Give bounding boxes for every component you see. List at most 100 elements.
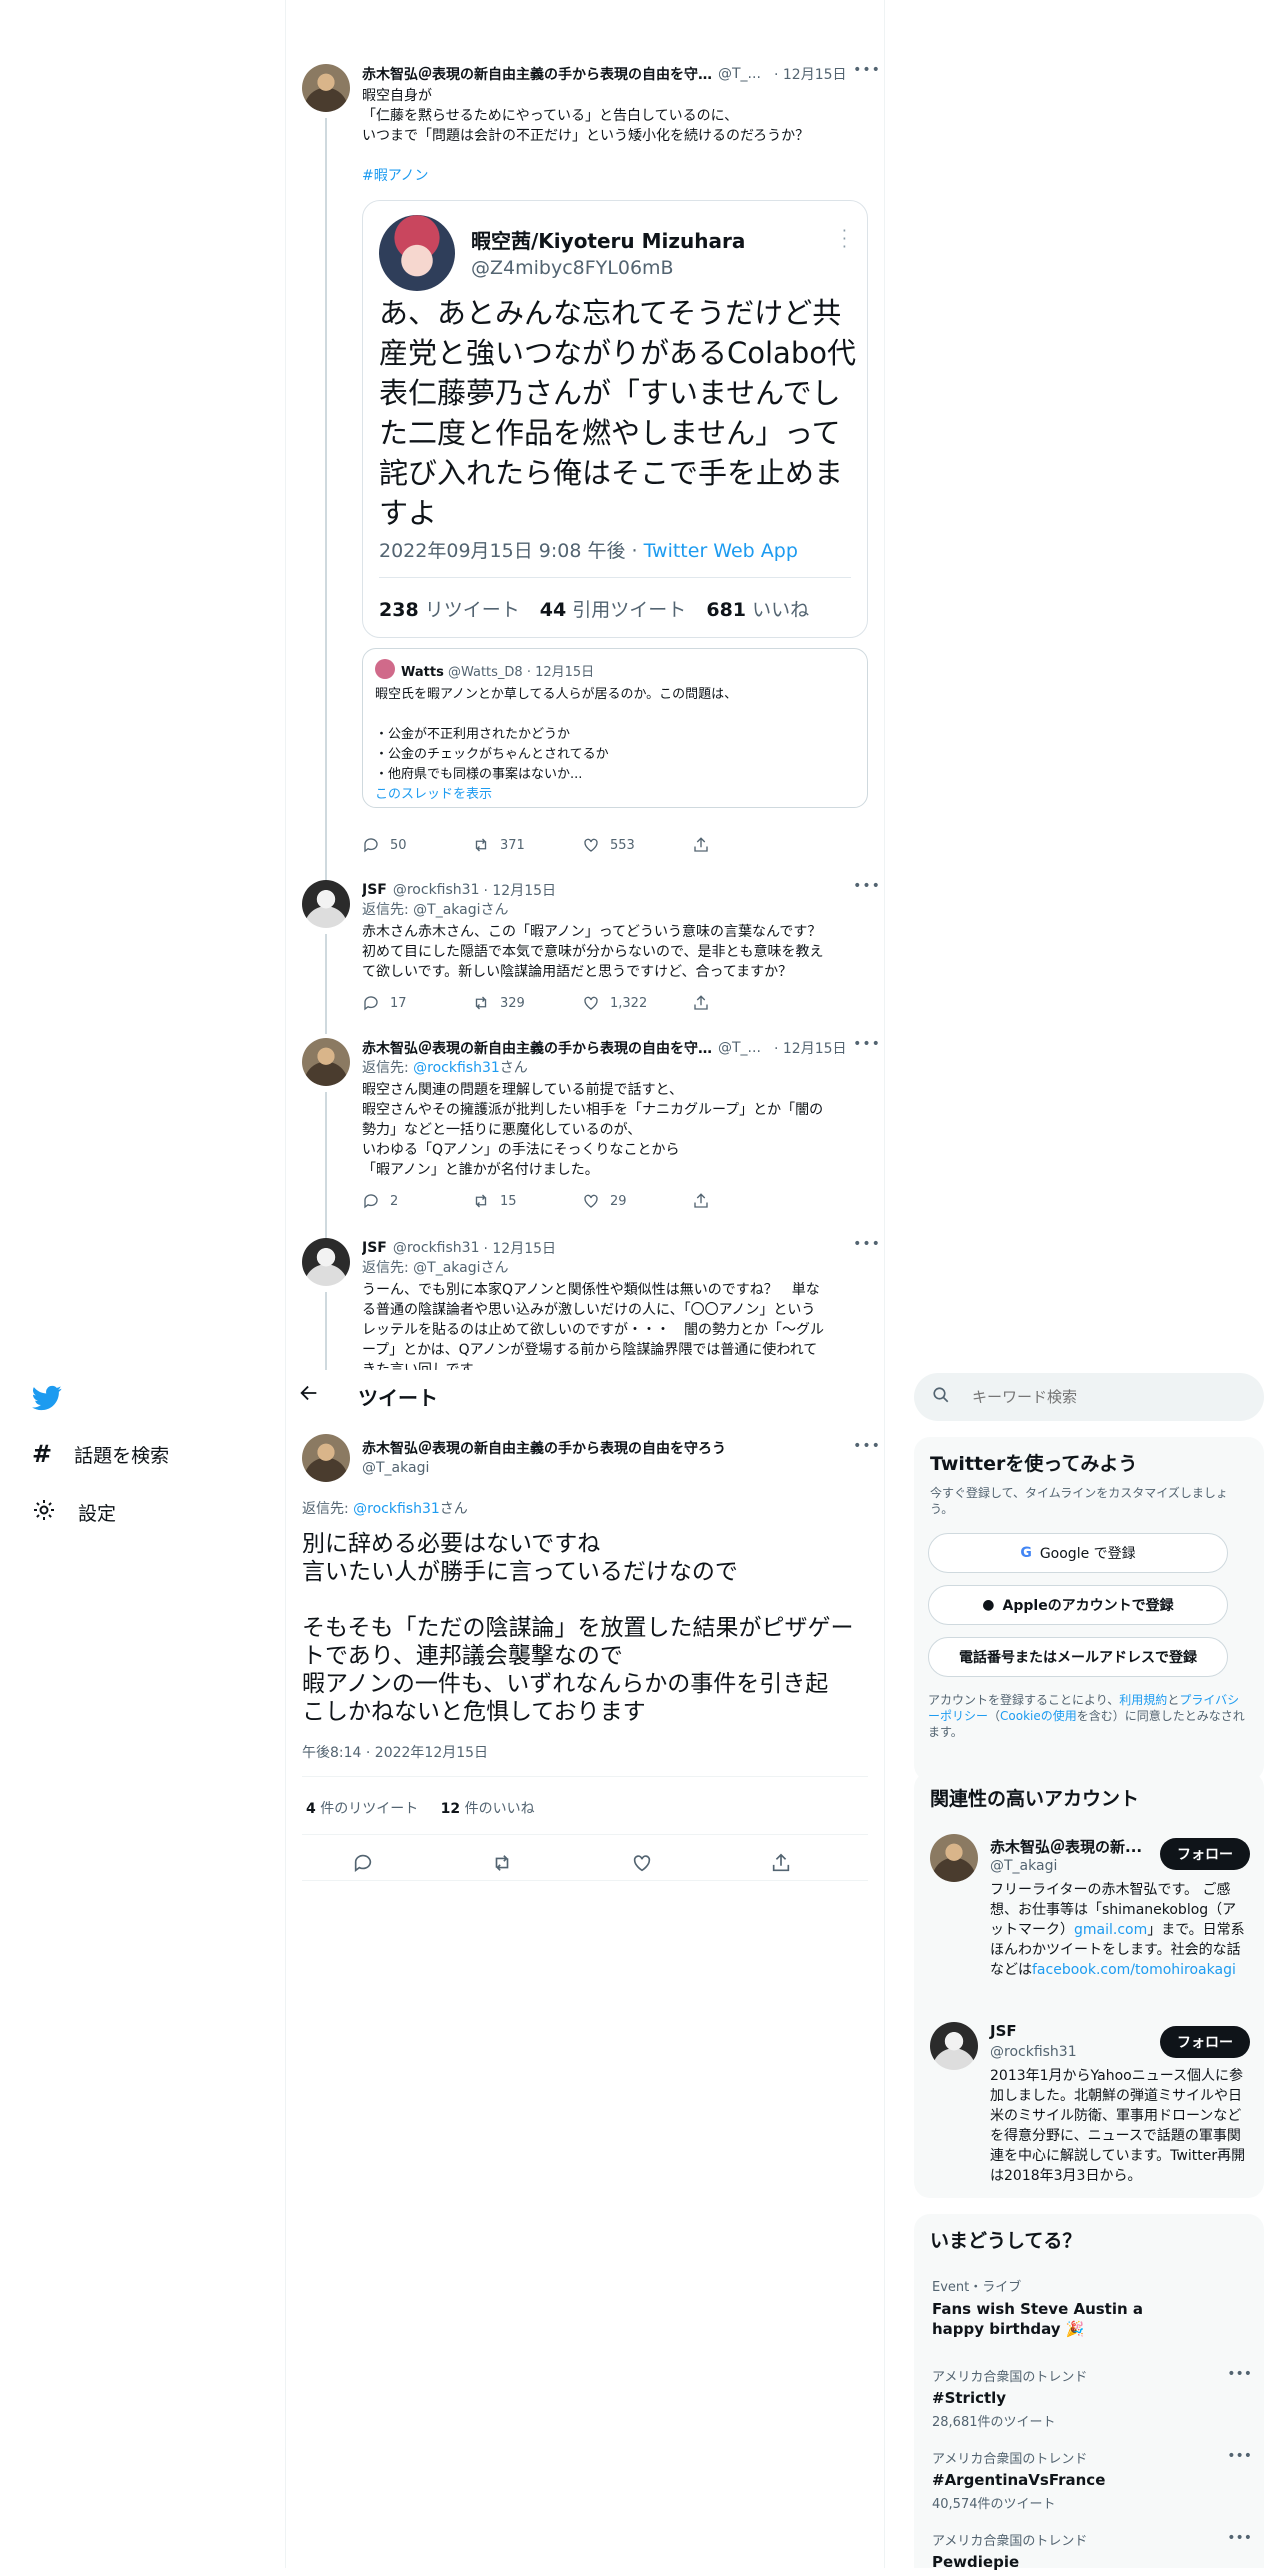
reply-button[interactable]: 17	[362, 992, 472, 1014]
thread-tweet-1[interactable]: 赤木智弘＠表現の新自由主義の手から表現の自由を守ろう @T_... · 12月1…	[302, 62, 882, 908]
tweet-header: JSF @rockfish31 · 12月15日	[362, 1236, 882, 1260]
trend-category: アメリカ合衆国のトレンド	[932, 2534, 1088, 2549]
main-tweet-actions	[352, 1852, 792, 1878]
avatar	[379, 215, 455, 291]
apple-icon: ●	[982, 1597, 995, 1613]
follow-button[interactable]: フォロー	[1160, 2026, 1250, 2058]
more-icon[interactable]: •••	[852, 62, 882, 86]
retweet-icon	[475, 1194, 487, 1208]
share-icon[interactable]	[770, 1852, 792, 1878]
tweet-time[interactable]: · 12月15日	[483, 880, 556, 900]
search-box[interactable]	[914, 1373, 1264, 1421]
avatar[interactable]	[302, 1434, 350, 1482]
embed-tweet-stats: 238 リツイート 44 引用ツイート 681 いいね	[379, 599, 810, 621]
more-vertical-icon: · · ·	[841, 221, 847, 256]
user-name[interactable]: 赤木智弘＠表現の新自由主義の手から表現の自由を守ろう	[362, 1438, 726, 1458]
search-input[interactable]	[972, 1388, 1232, 1406]
more-icon[interactable]: •••	[1227, 2530, 1252, 2546]
account-handle[interactable]: @rockfish31	[990, 2044, 1077, 2060]
more-icon[interactable]: •••	[1227, 2448, 1252, 2464]
avatar[interactable]	[930, 1834, 978, 1882]
signup-panel: Twitterを使ってみよう 今すぐ登録して、タイムラインをカスタマイズしましょ…	[914, 1437, 1264, 1781]
twitter-logo-icon[interactable]	[32, 1383, 64, 1415]
cookie-link[interactable]: Cookieの使用	[1000, 1709, 1077, 1723]
show-thread-link[interactable]: このスレッドを表示	[375, 783, 492, 802]
more-icon[interactable]: •••	[852, 1036, 882, 1060]
back-arrow-icon[interactable]	[298, 1382, 328, 1412]
user-name[interactable]: 赤木智弘＠表現の新自由主義の手から表現の自由を守ろう	[362, 1038, 712, 1058]
user-handle[interactable]: @rockfish31	[393, 1240, 480, 1256]
reply-to-link[interactable]: @rockfish31	[353, 1501, 440, 1517]
user-name[interactable]: JSF	[362, 1240, 387, 1256]
avatar[interactable]	[302, 1238, 350, 1286]
phone-signup-button[interactable]: 電話番号またはメールアドレスで登録	[928, 1637, 1228, 1677]
user-handle[interactable]: @rockfish31	[393, 882, 480, 898]
like-button[interactable]: 1,322	[582, 992, 692, 1014]
more-icon[interactable]: •••	[852, 1236, 882, 1260]
follow-button[interactable]: フォロー	[1160, 1838, 1250, 1870]
tweet-time[interactable]: · 12月15日	[774, 1038, 847, 1058]
avatar[interactable]	[302, 64, 350, 112]
account-handle[interactable]: @T_akagi	[990, 1858, 1057, 1874]
tweet-timestamp[interactable]: 午後8:14 · 2022年12月15日	[302, 1742, 488, 1762]
nav-explore-label: 話題を検索	[74, 1444, 170, 1467]
user-name[interactable]: 赤木智弘＠表現の新自由主義の手から表現の自由を守ろう	[362, 64, 712, 84]
more-icon[interactable]: •••	[852, 1438, 882, 1462]
retweet-button[interactable]: 371	[472, 834, 582, 856]
apple-signup-button[interactable]: ● Appleのアカウントで登録	[928, 1585, 1228, 1625]
thread-line	[325, 1292, 327, 1370]
bio-link[interactable]: facebook.com/tomohiroakagi	[1032, 1962, 1236, 1978]
trend-category: アメリカ合衆国のトレンド	[932, 2370, 1088, 2385]
avatar[interactable]	[930, 2022, 978, 2070]
reply-to-link[interactable]: @T_akagiさん	[413, 902, 508, 918]
user-handle[interactable]: @T_akagi	[362, 1460, 429, 1476]
heart-icon[interactable]	[631, 1852, 653, 1878]
user-handle[interactable]: @T_...	[718, 66, 768, 82]
retweet-button[interactable]: 329	[472, 992, 582, 1014]
retweet-button[interactable]: 15	[472, 1190, 582, 1212]
more-icon[interactable]: •••	[852, 878, 882, 902]
reply-icon[interactable]	[352, 1852, 374, 1878]
trend-count: 40,574件のツイート	[932, 2497, 1056, 2512]
thread-tweet-3[interactable]: 赤木智弘＠表現の新自由主義の手から表現の自由を守ろう @T_... · 12月1…	[302, 1036, 882, 1242]
avatar[interactable]	[302, 880, 350, 928]
user-handle[interactable]: @T_...	[718, 1040, 768, 1056]
bio-link[interactable]: gmail.com	[1074, 1922, 1147, 1938]
google-signup-button[interactable]: G Google で登録	[928, 1533, 1228, 1573]
reply-button[interactable]: 50	[362, 834, 472, 856]
tweet-time[interactable]: · 12月15日	[774, 64, 847, 84]
share-button[interactable]	[692, 992, 802, 1014]
reply-to-link[interactable]: @T_akagiさん	[413, 1260, 508, 1276]
user-name[interactable]: JSF	[362, 882, 387, 898]
retweet-icon[interactable]	[491, 1852, 513, 1878]
left-divider	[285, 0, 286, 2568]
terms-link[interactable]: 利用規約	[1119, 1693, 1167, 1707]
embedded-tweet-image[interactable]: 暇空茜/Kiyoteru Mizuhara @Z4mibyc8FYL06mB ·…	[362, 200, 868, 638]
tweet-time[interactable]: · 12月15日	[483, 1238, 556, 1258]
like-button[interactable]: 29	[582, 1190, 692, 1212]
tweet-text: うーん、でも別に本家Qアノンと関係性や類似性は無いのですね？ 単な る普通の陰謀…	[362, 1282, 824, 1370]
google-icon: G	[1020, 1545, 1032, 1561]
account-name[interactable]: 赤木智弘＠表現の新...	[990, 1836, 1142, 1857]
share-button[interactable]	[692, 1190, 802, 1212]
trend-item[interactable]: Event・ライブ Fans wish Steve Austin a happy…	[932, 2276, 1252, 2339]
trend-item[interactable]: アメリカ合衆国のトレンド Pewdiepie •••	[932, 2530, 1252, 2571]
thread-tweet-2[interactable]: JSF @rockfish31 · 12月15日 ••• 返信先: @T_aka…	[302, 878, 882, 1034]
nav-explore[interactable]: # 話題を検索	[32, 1440, 169, 1468]
nav-settings[interactable]: 設定	[32, 1498, 116, 1527]
share-button[interactable]	[692, 834, 802, 856]
hashtag-link[interactable]: #暇アノン	[362, 166, 872, 186]
trend-item[interactable]: アメリカ合衆国のトレンド #Strictly 28,681件のツイート •••	[932, 2366, 1252, 2430]
account-name[interactable]: JSF	[990, 2022, 1017, 2040]
more-icon[interactable]: •••	[1227, 2366, 1252, 2382]
trend-item[interactable]: アメリカ合衆国のトレンド #ArgentinaVsFrance 40,574件の…	[932, 2448, 1252, 2512]
avatar[interactable]	[302, 1038, 350, 1086]
reply-icon	[364, 1194, 378, 1209]
reply-to-link[interactable]: @rockfish31	[413, 1060, 500, 1076]
retweet-count-link[interactable]: 4 件のリツイート	[306, 1801, 418, 1817]
thread-tweet-4[interactable]: JSF @rockfish31 · 12月15日 ••• 返信先: @T_aka…	[302, 1236, 882, 1370]
like-count-link[interactable]: 12 件のいいね	[441, 1801, 535, 1817]
like-button[interactable]: 553	[582, 834, 692, 856]
quoted-tweet[interactable]: Watts @Watts_D8 · 12月15日 暇空氏を暇アノンとか草してる人…	[362, 648, 868, 808]
reply-button[interactable]: 2	[362, 1190, 472, 1212]
